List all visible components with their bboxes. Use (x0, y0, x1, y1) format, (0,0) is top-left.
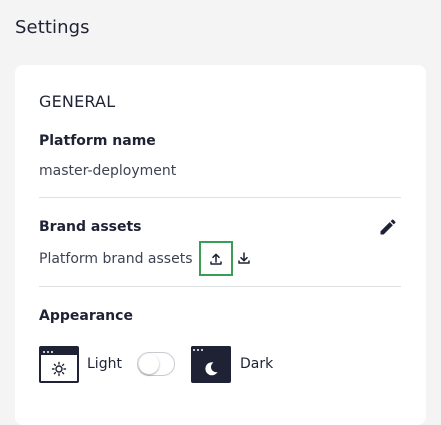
platform-name-label: Platform name (39, 133, 156, 149)
divider (39, 286, 401, 287)
theme-toggle[interactable] (137, 352, 175, 376)
download-brand-assets-button[interactable] (234, 248, 254, 268)
upload-icon (210, 253, 222, 265)
download-icon (238, 252, 250, 264)
toggle-knob (139, 354, 159, 374)
dark-theme-tile[interactable] (191, 346, 231, 383)
appearance-label: Appearance (39, 308, 133, 324)
page-title: Settings (15, 17, 90, 38)
moon-icon (205, 361, 218, 375)
platform-name-value: master-deployment (39, 163, 177, 179)
window-bar (41, 348, 77, 355)
edit-brand-assets-button[interactable] (377, 216, 399, 238)
divider (39, 197, 401, 198)
light-theme-label: Light (87, 356, 122, 372)
edit-pencil-icon (380, 219, 396, 235)
brand-assets-value: Platform brand assets (39, 251, 193, 267)
light-theme-tile[interactable] (39, 346, 79, 383)
brand-assets-label: Brand assets (39, 219, 142, 235)
dark-theme-label: Dark (240, 356, 274, 372)
sun-icon (51, 361, 67, 376)
upload-brand-assets-button[interactable] (199, 241, 233, 276)
section-heading-general: GENERAL (39, 92, 116, 111)
general-settings-card: GENERAL Platform name master-deployment … (15, 65, 426, 425)
window-bar (191, 346, 231, 353)
